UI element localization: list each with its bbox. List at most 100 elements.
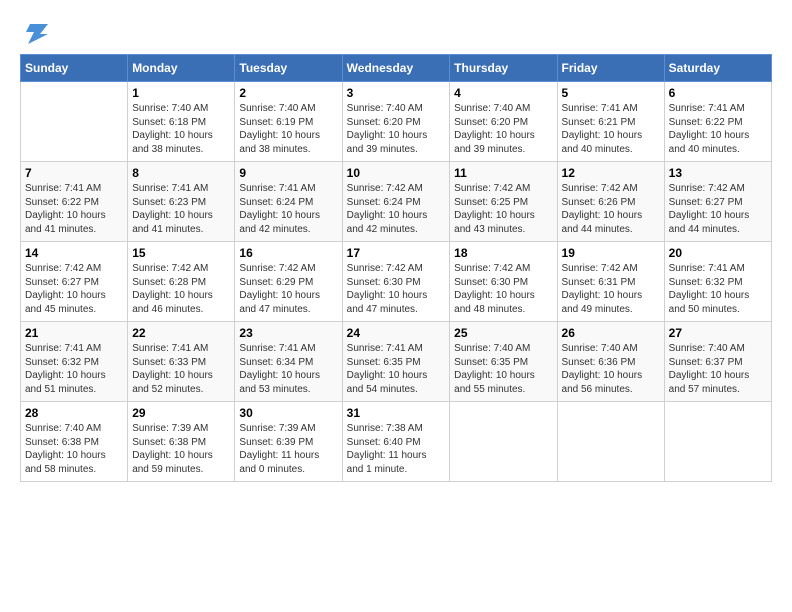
day-info: Sunrise: 7:42 AM Sunset: 6:27 PM Dayligh… (669, 182, 767, 236)
day-info: Sunrise: 7:42 AM Sunset: 6:31 PM Dayligh… (562, 262, 660, 316)
day-number: 30 (239, 406, 337, 420)
calendar-cell: 13 Sunrise: 7:42 AM Sunset: 6:27 PM Dayli… (664, 162, 771, 242)
calendar-cell: 6 Sunrise: 7:41 AM Sunset: 6:22 PM Daylig… (664, 82, 771, 162)
calendar-cell: 20 Sunrise: 7:41 AM Sunset: 6:32 PM Dayli… (664, 242, 771, 322)
calendar-cell: 30 Sunrise: 7:39 AM Sunset: 6:39 PM Dayli… (235, 402, 342, 482)
day-number: 22 (132, 326, 230, 340)
calendar-cell: 26 Sunrise: 7:40 AM Sunset: 6:36 PM Dayli… (557, 322, 664, 402)
day-number: 14 (25, 246, 123, 260)
day-info: Sunrise: 7:41 AM Sunset: 6:22 PM Dayligh… (25, 182, 123, 236)
day-number: 13 (669, 166, 767, 180)
calendar-cell: 4 Sunrise: 7:40 AM Sunset: 6:20 PM Daylig… (450, 82, 557, 162)
day-info: Sunrise: 7:40 AM Sunset: 6:37 PM Dayligh… (669, 342, 767, 396)
day-info: Sunrise: 7:42 AM Sunset: 6:28 PM Dayligh… (132, 262, 230, 316)
day-number: 24 (347, 326, 446, 340)
calendar-cell: 22 Sunrise: 7:41 AM Sunset: 6:33 PM Dayli… (128, 322, 235, 402)
day-info: Sunrise: 7:42 AM Sunset: 6:26 PM Dayligh… (562, 182, 660, 236)
day-info: Sunrise: 7:41 AM Sunset: 6:23 PM Dayligh… (132, 182, 230, 236)
calendar-cell: 5Sunrise: 7:41 AM Sunset: 6:21 PM Daylig… (557, 82, 664, 162)
calendar-cell: 12 Sunrise: 7:42 AM Sunset: 6:26 PM Dayli… (557, 162, 664, 242)
day-header: Thursday (450, 55, 557, 82)
day-number: 7 (25, 166, 123, 180)
day-number: 1 (132, 86, 230, 100)
day-info: Sunrise: 7:41 AM Sunset: 6:33 PM Dayligh… (132, 342, 230, 396)
calendar-cell: 28 Sunrise: 7:40 AM Sunset: 6:38 PM Dayli… (21, 402, 128, 482)
day-number: 17 (347, 246, 446, 260)
day-number: 21 (25, 326, 123, 340)
day-number: 4 (454, 86, 552, 100)
day-number: 3 (347, 86, 446, 100)
calendar-week-row: 28 Sunrise: 7:40 AM Sunset: 6:38 PM Dayli… (21, 402, 772, 482)
calendar-week-row: 7 Sunrise: 7:41 AM Sunset: 6:22 PM Daylig… (21, 162, 772, 242)
day-number: 20 (669, 246, 767, 260)
day-info: Sunrise: 7:41 AM Sunset: 6:32 PM Dayligh… (669, 262, 767, 316)
day-number: 31 (347, 406, 446, 420)
calendar-cell: 25 Sunrise: 7:40 AM Sunset: 6:35 PM Dayli… (450, 322, 557, 402)
day-info: Sunrise: 7:39 AM Sunset: 6:39 PM Dayligh… (239, 422, 337, 476)
day-info: Sunrise: 7:42 AM Sunset: 6:25 PM Dayligh… (454, 182, 552, 236)
day-number: 2 (239, 86, 337, 100)
calendar-week-row: 21Sunrise: 7:41 AM Sunset: 6:32 PM Dayli… (21, 322, 772, 402)
day-info: Sunrise: 7:40 AM Sunset: 6:20 PM Dayligh… (454, 102, 552, 156)
calendar-cell (664, 402, 771, 482)
calendar-cell: 21Sunrise: 7:41 AM Sunset: 6:32 PM Dayli… (21, 322, 128, 402)
calendar-cell: 16 Sunrise: 7:42 AM Sunset: 6:29 PM Dayli… (235, 242, 342, 322)
day-info: Sunrise: 7:40 AM Sunset: 6:18 PM Dayligh… (132, 102, 230, 156)
day-number: 15 (132, 246, 230, 260)
day-number: 29 (132, 406, 230, 420)
calendar-cell: 8Sunrise: 7:41 AM Sunset: 6:23 PM Daylig… (128, 162, 235, 242)
calendar-cell: 7 Sunrise: 7:41 AM Sunset: 6:22 PM Daylig… (21, 162, 128, 242)
calendar-cell: 2 Sunrise: 7:40 AM Sunset: 6:19 PM Daylig… (235, 82, 342, 162)
calendar-table: SundayMondayTuesdayWednesdayThursdayFrid… (20, 54, 772, 482)
calendar-cell: 31 Sunrise: 7:38 AM Sunset: 6:40 PM Dayli… (342, 402, 450, 482)
calendar-cell (557, 402, 664, 482)
calendar-cell: 24 Sunrise: 7:41 AM Sunset: 6:35 PM Dayli… (342, 322, 450, 402)
day-info: Sunrise: 7:41 AM Sunset: 6:24 PM Dayligh… (239, 182, 337, 236)
calendar-cell: 11 Sunrise: 7:42 AM Sunset: 6:25 PM Dayli… (450, 162, 557, 242)
calendar-cell: 17Sunrise: 7:42 AM Sunset: 6:30 PM Dayli… (342, 242, 450, 322)
day-info: Sunrise: 7:38 AM Sunset: 6:40 PM Dayligh… (347, 422, 446, 476)
day-info: Sunrise: 7:41 AM Sunset: 6:34 PM Dayligh… (239, 342, 337, 396)
header-row: SundayMondayTuesdayWednesdayThursdayFrid… (21, 55, 772, 82)
day-number: 26 (562, 326, 660, 340)
day-header: Sunday (21, 55, 128, 82)
day-number: 23 (239, 326, 337, 340)
calendar-cell (21, 82, 128, 162)
day-info: Sunrise: 7:40 AM Sunset: 6:36 PM Dayligh… (562, 342, 660, 396)
calendar-cell (450, 402, 557, 482)
calendar-cell: 27 Sunrise: 7:40 AM Sunset: 6:37 PM Dayli… (664, 322, 771, 402)
calendar-cell: 23 Sunrise: 7:41 AM Sunset: 6:34 PM Dayli… (235, 322, 342, 402)
day-number: 10 (347, 166, 446, 180)
day-info: Sunrise: 7:41 AM Sunset: 6:21 PM Dayligh… (562, 102, 660, 156)
day-header: Wednesday (342, 55, 450, 82)
day-header: Monday (128, 55, 235, 82)
calendar-cell: 3 Sunrise: 7:40 AM Sunset: 6:20 PM Daylig… (342, 82, 450, 162)
day-info: Sunrise: 7:42 AM Sunset: 6:24 PM Dayligh… (347, 182, 446, 236)
day-info: Sunrise: 7:42 AM Sunset: 6:27 PM Dayligh… (25, 262, 123, 316)
calendar-week-row: 14 Sunrise: 7:42 AM Sunset: 6:27 PM Dayli… (21, 242, 772, 322)
day-number: 28 (25, 406, 123, 420)
day-info: Sunrise: 7:41 AM Sunset: 6:35 PM Dayligh… (347, 342, 446, 396)
day-info: Sunrise: 7:40 AM Sunset: 6:38 PM Dayligh… (25, 422, 123, 476)
day-number: 16 (239, 246, 337, 260)
calendar-cell: 18Sunrise: 7:42 AM Sunset: 6:30 PM Dayli… (450, 242, 557, 322)
day-number: 19 (562, 246, 660, 260)
day-header: Tuesday (235, 55, 342, 82)
calendar-cell: 14 Sunrise: 7:42 AM Sunset: 6:27 PM Dayli… (21, 242, 128, 322)
day-info: Sunrise: 7:41 AM Sunset: 6:22 PM Dayligh… (669, 102, 767, 156)
day-number: 25 (454, 326, 552, 340)
calendar-cell: 19 Sunrise: 7:42 AM Sunset: 6:31 PM Dayli… (557, 242, 664, 322)
day-header: Friday (557, 55, 664, 82)
day-info: Sunrise: 7:42 AM Sunset: 6:29 PM Dayligh… (239, 262, 337, 316)
day-number: 12 (562, 166, 660, 180)
logo (20, 20, 54, 44)
day-info: Sunrise: 7:40 AM Sunset: 6:20 PM Dayligh… (347, 102, 446, 156)
day-info: Sunrise: 7:40 AM Sunset: 6:35 PM Dayligh… (454, 342, 552, 396)
day-number: 6 (669, 86, 767, 100)
day-number: 27 (669, 326, 767, 340)
day-number: 11 (454, 166, 552, 180)
day-info: Sunrise: 7:40 AM Sunset: 6:19 PM Dayligh… (239, 102, 337, 156)
day-info: Sunrise: 7:42 AM Sunset: 6:30 PM Dayligh… (454, 262, 552, 316)
day-info: Sunrise: 7:39 AM Sunset: 6:38 PM Dayligh… (132, 422, 230, 476)
page-header (20, 20, 772, 44)
